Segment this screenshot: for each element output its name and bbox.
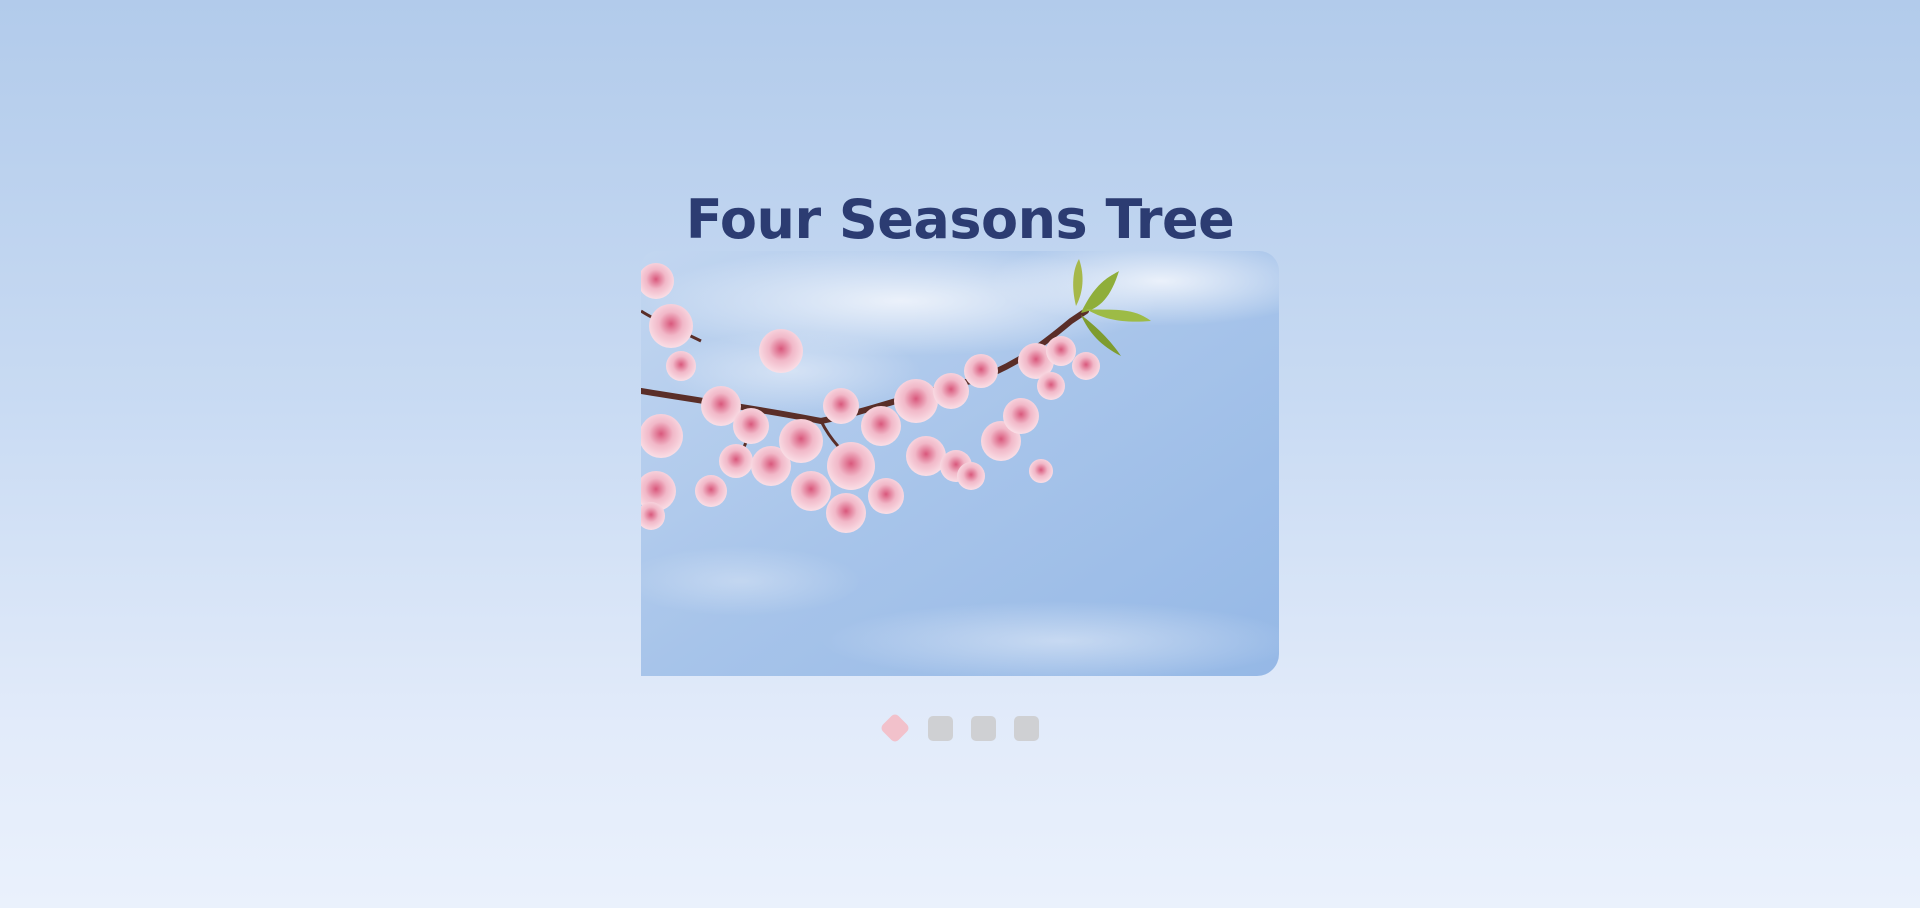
page-title: Four Seasons Tree bbox=[685, 188, 1235, 252]
carousel-slide bbox=[641, 251, 1279, 676]
carousel-dot-1[interactable] bbox=[879, 712, 911, 744]
carousel-pagination bbox=[0, 712, 1920, 744]
carousel-dot-3[interactable] bbox=[971, 715, 996, 741]
cherry-blossom-image bbox=[641, 251, 1279, 676]
carousel-dot-4[interactable] bbox=[1014, 715, 1039, 741]
carousel-dot-2[interactable] bbox=[928, 715, 953, 741]
